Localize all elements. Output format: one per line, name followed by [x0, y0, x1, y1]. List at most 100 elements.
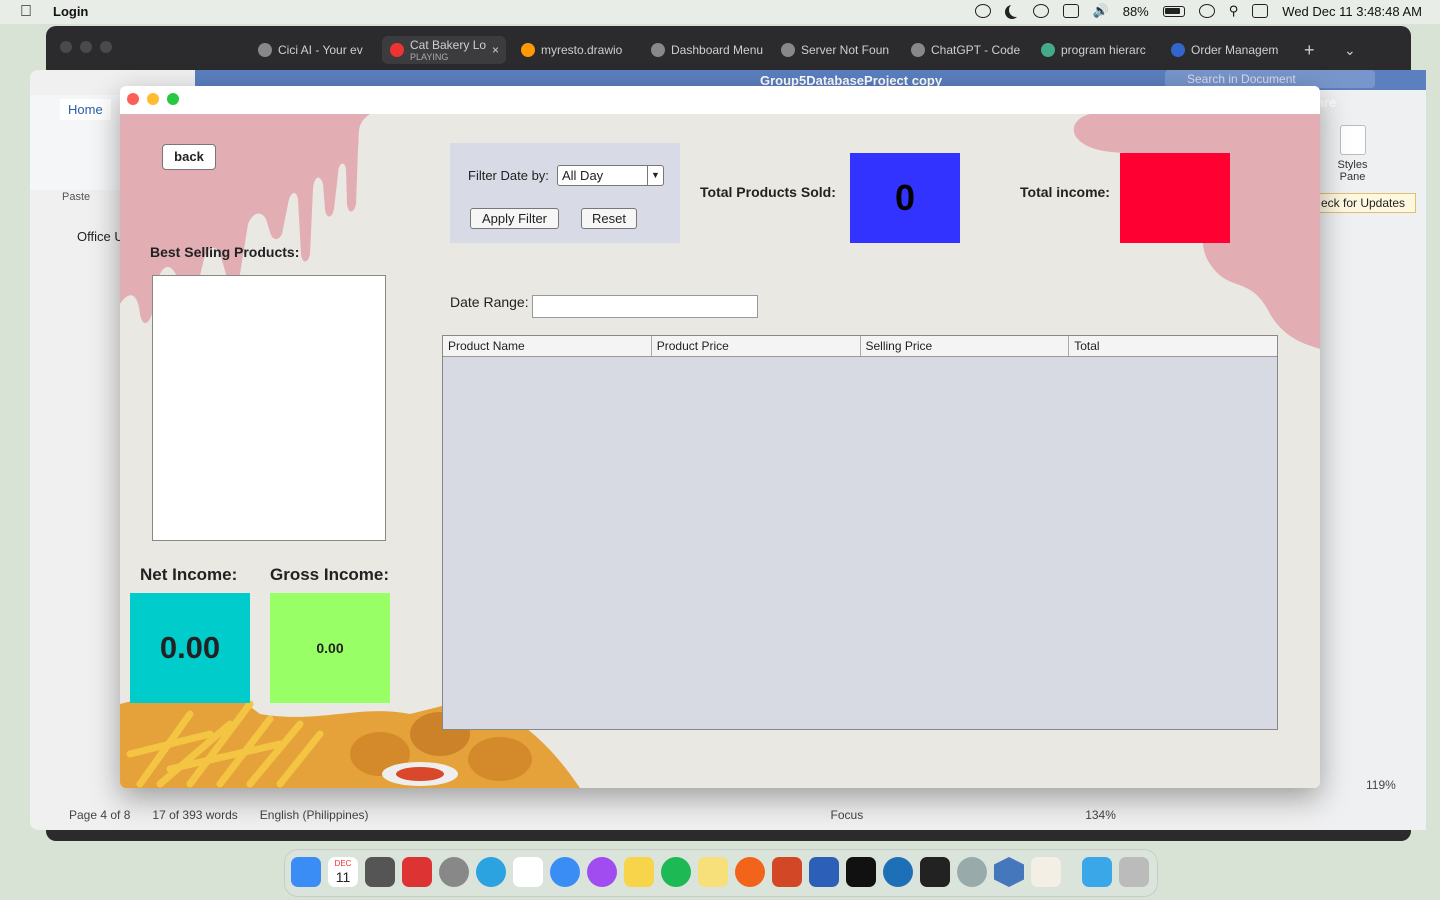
status-page[interactable]: Page 4 of 8 — [69, 808, 130, 822]
tab-label: Server Not Foun — [801, 43, 890, 57]
finder-icon[interactable] — [291, 857, 321, 887]
date-range-label: Date Range: — [450, 294, 529, 310]
calculator-icon[interactable] — [365, 857, 395, 887]
window-minimize-icon[interactable] — [147, 93, 159, 105]
styles-pane-icon — [1339, 125, 1366, 155]
tab-label: Cat Bakery Lo PLAYING — [410, 38, 487, 62]
browser-close-icon[interactable] — [60, 41, 72, 53]
apple-icon[interactable]:  — [20, 3, 32, 21]
telegram-icon[interactable] — [476, 857, 506, 887]
column-total[interactable]: Total — [1069, 336, 1277, 356]
photo-booth-icon[interactable] — [402, 857, 432, 887]
netbeans-icon[interactable] — [994, 857, 1024, 887]
tab-chatgpt[interactable]: ChatGPT - Code — [911, 36, 1023, 64]
messenger-icon[interactable] — [587, 857, 617, 887]
word-status-bar: Page 4 of 8 17 of 393 words English (Phi… — [45, 800, 1205, 830]
battery-icon[interactable] — [1162, 5, 1185, 17]
powerpoint-icon[interactable] — [772, 857, 802, 887]
column-product-name[interactable]: Product Name — [443, 336, 652, 356]
vs-icon[interactable] — [846, 857, 876, 887]
tab-label: Cici AI - Your ev — [278, 43, 363, 57]
tab-label: Dashboard Menu — [671, 43, 763, 57]
tab-favicon — [1041, 43, 1055, 57]
total-income-label: Total income: — [1020, 184, 1110, 200]
tab-list-chevron-icon[interactable]: ⌄ — [1344, 36, 1356, 64]
volume-icon[interactable]: 🔊 — [1093, 3, 1109, 19]
focus-button[interactable]: Focus — [831, 808, 864, 822]
terminal-icon[interactable] — [920, 857, 950, 887]
app-titlebar — [120, 86, 1320, 114]
java-icon[interactable] — [1031, 857, 1061, 887]
report-panel: back Best Selling Products: Net Income: … — [120, 114, 1320, 788]
status-language[interactable]: English (Philippines) — [260, 808, 369, 822]
focus-moon-icon[interactable] — [1009, 3, 1023, 17]
new-tab-icon[interactable]: + — [1304, 36, 1315, 64]
tab-drawio[interactable]: myresto.drawio — [521, 36, 633, 64]
filter-date-label: Filter Date by: — [468, 168, 549, 183]
reset-button[interactable]: Reset — [581, 208, 637, 229]
tab-favicon — [521, 43, 535, 57]
clock[interactable]: Wed Dec 11 3:48:48 AM — [1282, 4, 1422, 19]
notes-icon[interactable] — [624, 857, 654, 887]
quicktime-icon[interactable] — [883, 857, 913, 887]
word-tab-home[interactable]: Home — [60, 99, 111, 120]
settings-icon[interactable] — [439, 857, 469, 887]
window-close-icon[interactable] — [127, 93, 139, 105]
check-updates-button[interactable]: eck for Updates — [1316, 193, 1416, 213]
gross-income-label: Gross Income: — [270, 565, 390, 584]
tab-favicon — [911, 43, 925, 57]
sales-report-window: back Best Selling Products: Net Income: … — [120, 86, 1320, 788]
stickies-icon[interactable] — [698, 857, 728, 887]
sales-table[interactable]: Product Name Product Price Selling Price… — [442, 335, 1278, 730]
apply-filter-button[interactable]: Apply Filter — [470, 208, 559, 229]
zoom-level-right[interactable]: 119% — [1366, 778, 1396, 792]
back-button[interactable]: back — [162, 144, 216, 170]
tab-cici[interactable]: Cici AI - Your ev — [258, 36, 370, 64]
word-icon[interactable] — [809, 857, 839, 887]
tab-favicon — [1171, 43, 1185, 57]
paste-button[interactable]: Paste — [62, 191, 90, 203]
dock: DEC 11 — [284, 849, 1158, 897]
status-words[interactable]: 17 of 393 words — [152, 808, 237, 822]
net-income-value: 0.00 — [130, 593, 250, 703]
total-products-sold-value: 0 — [850, 153, 960, 243]
tab-order[interactable]: Order Managem — [1171, 36, 1283, 64]
downloads-folder-icon[interactable] — [1082, 857, 1112, 887]
browser-minimize-icon[interactable] — [80, 41, 92, 53]
column-product-price[interactable]: Product Price — [652, 336, 861, 356]
safari-icon[interactable] — [550, 857, 580, 887]
caption-icon[interactable] — [1062, 4, 1079, 18]
zoom-level[interactable]: 134% — [1085, 808, 1116, 822]
active-app-name[interactable]: Login — [53, 4, 88, 19]
date-range-field[interactable] — [532, 295, 758, 318]
link-icon[interactable] — [1198, 4, 1215, 18]
spotlight-search-icon[interactable]: ⚲ — [1229, 3, 1239, 19]
tab-label: ChatGPT - Code — [931, 43, 1021, 57]
styles-pane-label: Styles Pane — [1337, 159, 1368, 183]
dropdown-arrow-icon[interactable]: ▼ — [647, 166, 663, 185]
window-zoom-icon[interactable] — [167, 93, 179, 105]
table-header: Product Name Product Price Selling Price… — [443, 336, 1277, 357]
styles-pane-button[interactable]: Styles Pane — [1330, 125, 1375, 183]
reminders-icon[interactable] — [513, 857, 543, 887]
column-selling-price[interactable]: Selling Price — [861, 336, 1070, 356]
tab-close-icon[interactable]: × — [492, 43, 499, 57]
control-center-icon[interactable] — [1252, 4, 1269, 18]
best-selling-label: Best Selling Products: — [150, 244, 300, 260]
tab-cat-bakery[interactable]: Cat Bakery Lo PLAYING × — [382, 36, 506, 64]
calendar-icon[interactable]: DEC 11 — [328, 857, 358, 887]
system-settings-icon[interactable] — [957, 857, 987, 887]
trash-icon[interactable] — [1119, 857, 1149, 887]
tab-program[interactable]: program hierarc — [1041, 36, 1153, 64]
status-area: 🔊 88% ⚲ Wed Dec 11 3:48:48 AM — [974, 3, 1422, 19]
spotify-icon[interactable] — [661, 857, 691, 887]
best-selling-list[interactable] — [152, 275, 386, 541]
battery-percent: 88% — [1122, 3, 1149, 19]
play-icon[interactable] — [1032, 4, 1049, 18]
tab-dashboard[interactable]: Dashboard Menu — [651, 36, 763, 64]
filter-date-select[interactable]: All Day ▼ — [557, 165, 664, 186]
firefox-icon[interactable] — [735, 857, 765, 887]
account-icon[interactable] — [974, 4, 991, 18]
browser-zoom-icon[interactable] — [100, 41, 112, 53]
tab-server[interactable]: Server Not Foun — [781, 36, 893, 64]
